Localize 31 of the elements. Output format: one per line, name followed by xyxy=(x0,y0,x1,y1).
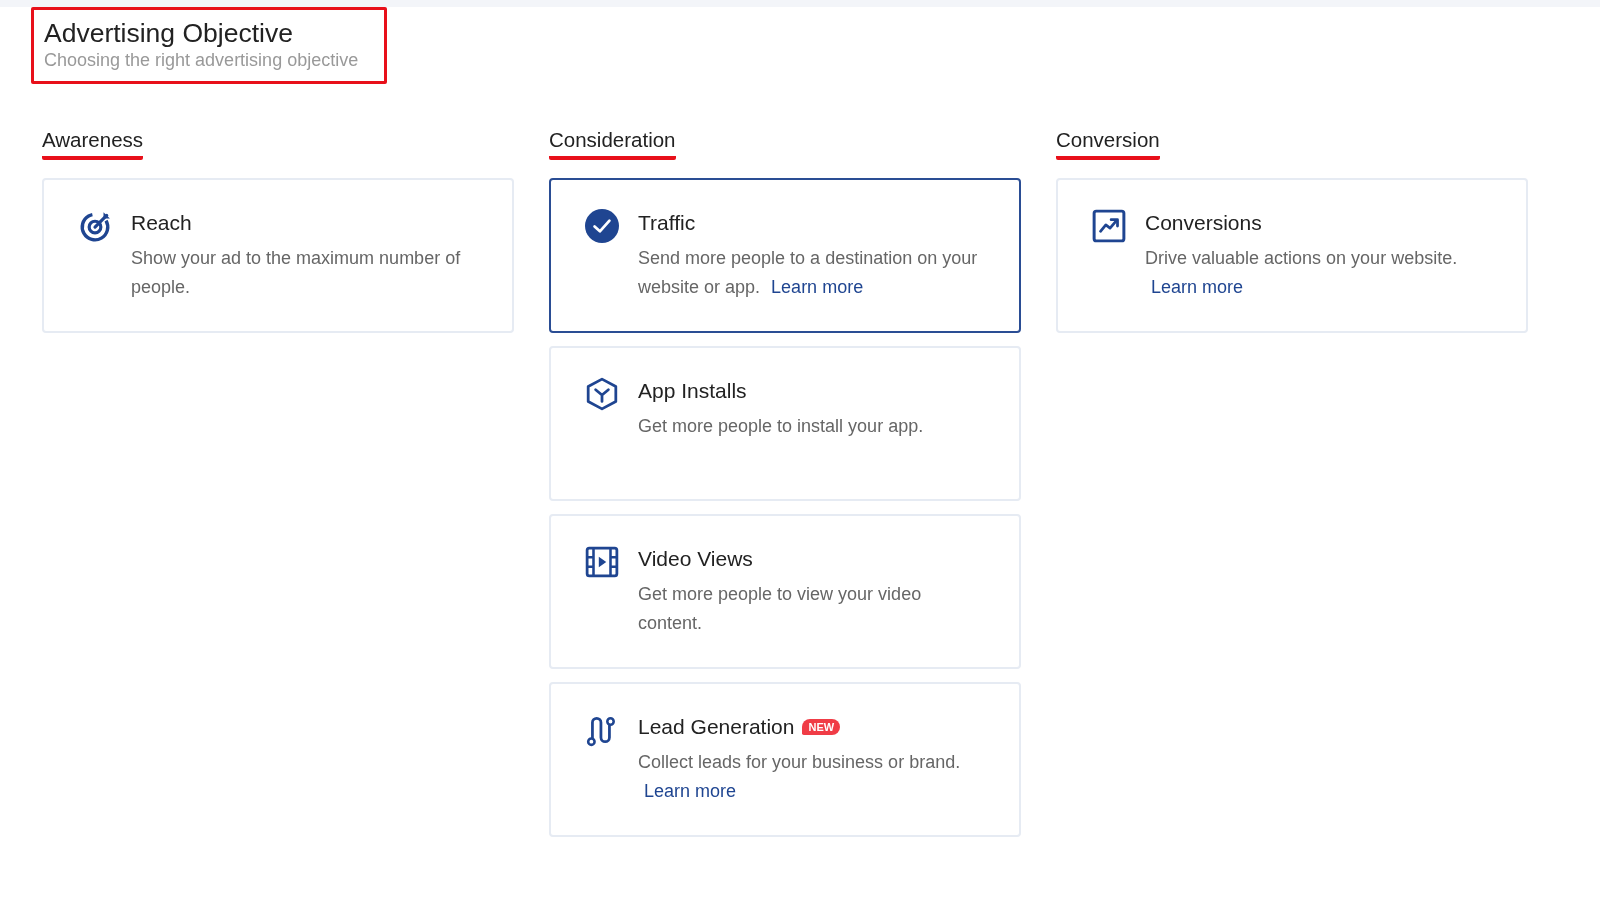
objective-title: Video Views xyxy=(638,547,753,571)
film-icon xyxy=(585,545,619,579)
objective-description: Get more people to install your app. xyxy=(638,415,925,438)
objective-card[interactable]: Traffic Send more people to a destination on your website or app. Learn more xyxy=(549,178,1021,333)
objective-title: Reach xyxy=(131,211,192,235)
category-heading: Consideration xyxy=(549,128,676,160)
page-subtitle: Choosing the right advertising objective xyxy=(44,49,359,72)
objective-title: Traffic xyxy=(638,211,696,235)
page-title: Advertising Objective xyxy=(44,18,294,49)
objective-title: App Installs xyxy=(638,379,747,403)
category-heading: Awareness xyxy=(42,128,144,160)
objective-card[interactable]: Video Views Get more people to view your video content. xyxy=(549,514,1021,669)
learn-more-link[interactable]: Learn more xyxy=(771,277,864,297)
objective-card[interactable]: Conversions Drive valuable actions on your website. Learn more xyxy=(1056,178,1528,333)
learn-more-link[interactable]: Learn more xyxy=(644,781,737,801)
objective-card[interactable]: Reach Show your ad to the maximum number of people. xyxy=(42,178,514,333)
objective-description: Collect leads for your business or brand. Learn more xyxy=(638,751,962,803)
objective-card[interactable]: App Installs Get more people to install your app. xyxy=(549,346,1021,501)
hexagon-icon xyxy=(585,377,619,411)
objective-description: Show your ad to the maximum number of people. xyxy=(131,247,462,299)
objective-title: Conversions xyxy=(1145,211,1262,235)
objective-description: Send more people to a destination on your website or app. Learn more xyxy=(638,247,979,299)
objective-description: Get more people to view your video content. xyxy=(638,583,923,635)
chart-icon xyxy=(1092,209,1126,243)
objective-description: Drive valuable actions on your website. Learn more xyxy=(1145,247,1459,299)
check-circle-icon xyxy=(585,209,619,243)
objective-card[interactable]: Lead Generation NEW Collect leads for your business or brand. Learn more xyxy=(549,682,1021,837)
objective-title: Lead Generation xyxy=(638,715,795,739)
category-heading: Conversion xyxy=(1056,128,1160,160)
learn-more-link[interactable]: Learn more xyxy=(1151,277,1244,297)
new-badge: NEW xyxy=(802,719,841,735)
